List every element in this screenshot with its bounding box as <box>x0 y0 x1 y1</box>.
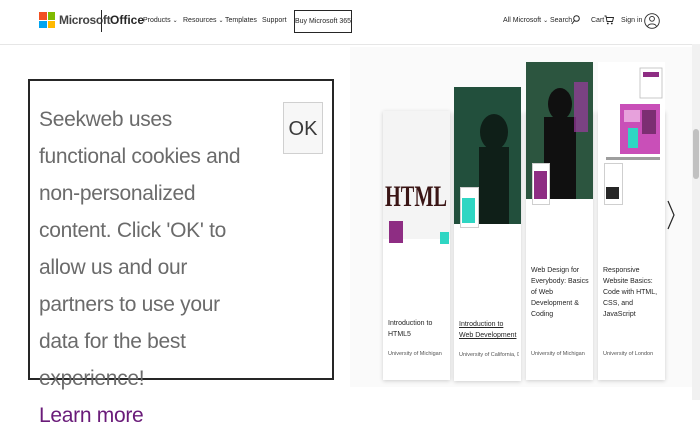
university-logo <box>606 187 619 199</box>
page-scrollbar[interactable] <box>692 44 700 400</box>
cookie-banner: Seekweb uses functional cookies and non-… <box>28 79 334 427</box>
search-icon[interactable] <box>571 15 580 25</box>
cart-button[interactable]: Cart <box>591 17 604 24</box>
html-thumb-text: HTML <box>385 180 447 213</box>
course-title: Responsive Website Basics: Code with HTM… <box>603 267 658 318</box>
nav-item-products[interactable]: Products ⌄ <box>143 17 178 24</box>
university-logo <box>462 198 475 223</box>
site-header: Microsoft Office Products ⌄ Resources ⌄ Te… <box>0 0 700 45</box>
avatar-icon[interactable] <box>644 11 660 31</box>
signin-link[interactable]: Sign in <box>621 17 642 24</box>
cart-icon[interactable] <box>604 15 614 25</box>
chevron-down-icon: ⌄ <box>172 18 178 24</box>
all-microsoft-label: All Microsoft <box>503 17 542 24</box>
nav-item-support[interactable]: Support <box>262 17 287 24</box>
course-org: University of Michigan <box>388 351 442 357</box>
microsoft-logo[interactable] <box>39 12 55 28</box>
course-card-4[interactable]: Responsive Website Basics: Code with HTM… <box>598 62 665 380</box>
chevron-down-icon: ⌄ <box>543 18 549 24</box>
brand-name[interactable]: Microsoft <box>59 13 111 27</box>
course-title[interactable]: Introduction to Web Development <box>459 319 519 341</box>
product-name[interactable]: Office <box>110 13 144 27</box>
course-title: Introduction to HTML5 <box>388 320 433 338</box>
nav-item-templates[interactable]: Templates <box>225 17 257 24</box>
learn-more-link[interactable]: Learn more <box>39 397 144 434</box>
course-card-2[interactable]: Introduction to Web Development Universi… <box>454 87 521 381</box>
nav-label: Resources <box>183 17 217 24</box>
university-logo <box>534 171 547 199</box>
nav-item-resources[interactable]: Resources ⌄ <box>183 17 224 24</box>
cookie-message-block: Seekweb uses functional cookies and non-… <box>39 101 264 434</box>
course-thumbnail: HTML <box>383 111 450 239</box>
cookie-ok-button[interactable]: OK <box>283 102 323 154</box>
course-org: University of Michigan <box>531 351 585 357</box>
course-card-1[interactable]: HTML Introduction to HTML5 University of… <box>383 111 450 380</box>
course-org: University of California, Davis <box>459 352 519 358</box>
course-org: University of London <box>603 351 654 357</box>
signin-label: Sign in <box>621 17 643 24</box>
partner-logo <box>440 232 449 244</box>
buy-microsoft-365-button[interactable]: Buy Microsoft 365 <box>294 10 352 33</box>
course-card-3[interactable]: Web Design for Everybody: Basics of Web … <box>526 62 593 380</box>
nav-label: Support <box>262 17 287 24</box>
search-button[interactable]: Search <box>550 17 572 24</box>
chevron-right-icon[interactable] <box>667 200 675 230</box>
cart-label: Cart <box>591 17 605 24</box>
university-logo <box>389 221 403 243</box>
cookie-message: Seekweb uses functional cookies and non-… <box>39 108 241 390</box>
nav-label: Products <box>143 17 171 24</box>
all-microsoft-menu[interactable]: All Microsoft ⌄ <box>503 17 548 24</box>
search-label: Search <box>550 17 573 24</box>
brand-divider <box>101 10 102 32</box>
nav-label: Templates <box>225 17 257 24</box>
scrollbar-thumb[interactable] <box>693 129 699 179</box>
course-title: Web Design for Everybody: Basics of Web … <box>531 267 589 318</box>
chevron-down-icon: ⌄ <box>218 18 224 24</box>
